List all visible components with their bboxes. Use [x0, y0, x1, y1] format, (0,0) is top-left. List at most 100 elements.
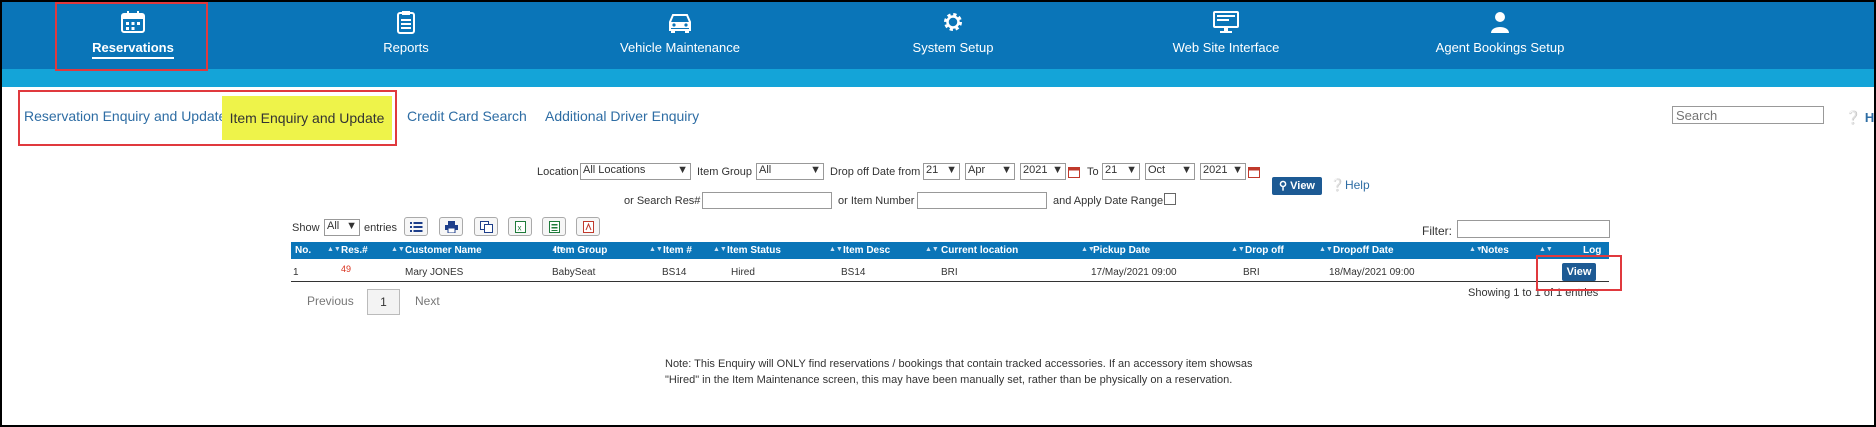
print-button[interactable] — [439, 217, 463, 236]
nav-agent-bookings-setup[interactable]: Agent Bookings Setup — [1400, 10, 1600, 57]
help-link-top[interactable]: ❔ He — [1845, 110, 1876, 126]
sort-icon: ▲▼ — [649, 246, 663, 253]
from-month-select[interactable]: Apr ▼ — [965, 163, 1015, 180]
show-entries-select[interactable]: All ▼ — [324, 219, 360, 236]
from-day-select[interactable]: 21 ▼ — [923, 163, 960, 180]
table-row: 1 49 Mary JONES BabySeat BS14 Hired BS14… — [291, 263, 1609, 282]
cell-item-group: BabySeat — [552, 267, 596, 278]
sort-icon: ▲▼ — [829, 246, 843, 253]
monitor-icon — [1213, 11, 1239, 33]
accent-bar — [0, 69, 1876, 87]
next-button[interactable]: Next — [415, 294, 440, 308]
note-line-2: "Hired" in the Item Maintenance screen, … — [665, 374, 1233, 386]
excel-button[interactable]: x — [508, 217, 532, 236]
cell-status: Hired — [731, 267, 755, 278]
view-label: View — [1290, 180, 1315, 192]
search-input[interactable] — [1672, 106, 1824, 124]
to-month-select[interactable]: Oct ▼ — [1145, 163, 1195, 180]
item-group-value: All — [759, 164, 772, 176]
tab-credit-card-search[interactable]: Credit Card Search — [407, 108, 527, 124]
to-day-select[interactable]: 21 ▼ — [1102, 163, 1140, 180]
column-header[interactable]: Pickup Date — [1093, 245, 1150, 256]
item-group-select[interactable]: All ▼ — [756, 163, 824, 180]
svg-text:x: x — [518, 224, 522, 233]
res-number-input[interactable] — [702, 192, 832, 209]
chevron-down-icon: ▼ — [1126, 164, 1137, 176]
from-month-value: Apr — [968, 164, 986, 176]
apply-date-range-checkbox[interactable] — [1164, 193, 1176, 205]
location-label: Location — [537, 166, 579, 178]
tab-reservation-enquiry[interactable]: Reservation Enquiry and Update — [24, 108, 226, 124]
filter-label: Filter: — [1422, 224, 1452, 238]
page-1-button[interactable]: 1 — [367, 289, 400, 315]
cell-desc: BS14 — [841, 267, 866, 278]
cell-res-link[interactable]: 49 — [341, 264, 351, 274]
dropoff-from-label: Drop off Date from — [830, 166, 921, 178]
cell-pickup: 17/May/2021 09:00 — [1091, 267, 1177, 278]
cell-dropoff-date: 18/May/2021 09:00 — [1329, 267, 1415, 278]
column-header[interactable]: Current location — [941, 245, 1018, 256]
top-navigation: Reservations Reports Vehicle Maintenance… — [0, 0, 1876, 69]
chevron-down-icon: ▼ — [1181, 164, 1192, 176]
user-icon — [1491, 12, 1509, 33]
cell-dropoff: BRI — [1243, 267, 1260, 278]
show-label: Show — [292, 222, 320, 234]
row-view-button[interactable]: View — [1562, 263, 1596, 281]
sort-icon: ▲▼ — [391, 246, 405, 253]
nav-label: Reservations — [92, 40, 174, 59]
sort-icon: ▲▼ — [1231, 246, 1245, 253]
help-link[interactable]: ❔Help — [1330, 178, 1370, 192]
clipboard-icon — [397, 11, 415, 34]
csv-button[interactable] — [542, 217, 566, 236]
column-header[interactable]: Drop off — [1245, 245, 1284, 256]
apply-range-label: and Apply Date Range — [1053, 195, 1164, 207]
chevron-down-icon: ▼ — [1232, 164, 1243, 176]
to-year-select[interactable]: 2021 ▼ — [1200, 163, 1246, 180]
location-select[interactable]: All Locations ▼ — [580, 163, 691, 180]
item-number-label: or Item Number — [838, 195, 915, 207]
copy-icon — [480, 221, 493, 233]
column-header[interactable]: No. — [295, 245, 311, 256]
from-year-value: 2021 — [1023, 164, 1048, 176]
column-visibility-button[interactable] — [404, 217, 428, 236]
sort-icon: ▲▼ — [327, 246, 341, 253]
to-year-value: 2021 — [1203, 164, 1228, 176]
nav-reservations[interactable]: Reservations — [33, 10, 233, 59]
calendar-picker-icon[interactable] — [1248, 166, 1260, 178]
filter-input[interactable] — [1457, 220, 1610, 238]
from-year-select[interactable]: 2021 ▼ — [1020, 163, 1066, 180]
nav-label: System Setup — [912, 40, 994, 55]
view-search-button[interactable]: ⚲ View — [1272, 177, 1322, 195]
pdf-button[interactable] — [576, 217, 600, 236]
search-icon: ⚲ — [1279, 180, 1288, 192]
column-header[interactable]: Customer Name — [405, 245, 482, 256]
cell-location: BRI — [941, 267, 958, 278]
nav-system-setup[interactable]: System Setup — [853, 10, 1053, 57]
nav-vehicle-maintenance[interactable]: Vehicle Maintenance — [580, 10, 780, 57]
cell-item-no: BS14 — [662, 267, 687, 278]
column-header[interactable]: Item Desc — [843, 245, 890, 256]
nav-label: Web Site Interface — [1172, 40, 1280, 55]
column-header[interactable]: Log — [1583, 245, 1601, 256]
column-header[interactable]: Res.# — [341, 245, 368, 256]
column-header[interactable]: Notes — [1481, 245, 1509, 256]
calendar-picker-icon[interactable] — [1068, 166, 1080, 178]
column-header[interactable]: Item Group — [554, 245, 607, 256]
showing-entries-info: Showing 1 to 1 of 1 entries — [1468, 287, 1599, 299]
previous-button[interactable]: Previous — [307, 294, 354, 308]
copy-button[interactable] — [474, 217, 498, 236]
nav-web-site-interface[interactable]: Web Site Interface — [1126, 10, 1326, 57]
column-header[interactable]: Dropoff Date — [1333, 245, 1394, 256]
tab-item-enquiry[interactable]: Item Enquiry and Update — [222, 96, 392, 140]
sort-icon: ▲▼ — [925, 246, 939, 253]
column-header[interactable]: Item Status — [727, 245, 781, 256]
car-icon — [669, 14, 691, 33]
help-icon: ❔ — [1845, 110, 1862, 125]
item-number-input[interactable] — [917, 192, 1047, 209]
nav-label: Reports — [383, 40, 429, 55]
nav-reports[interactable]: Reports — [306, 10, 506, 57]
column-header[interactable]: Item # — [663, 245, 692, 256]
tab-additional-driver-enquiry[interactable]: Additional Driver Enquiry — [545, 108, 699, 124]
to-day-value: 21 — [1105, 164, 1118, 176]
cell-customer: Mary JONES — [405, 267, 464, 278]
